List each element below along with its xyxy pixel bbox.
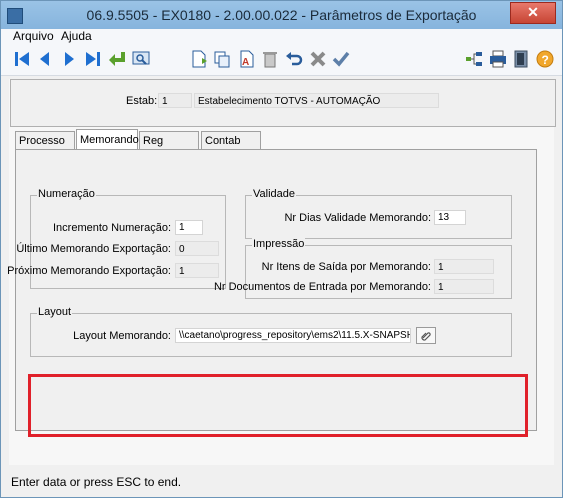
new-record-icon[interactable]: [189, 49, 209, 69]
copy-record-icon[interactable]: [212, 49, 232, 69]
next-record-icon[interactable]: [59, 49, 79, 69]
save-icon[interactable]: [331, 49, 351, 69]
undo-icon[interactable]: [284, 49, 304, 69]
exit-icon[interactable]: [511, 49, 531, 69]
form-area: Estab: 1 Estabelecimento TOTVS - AUTOMAÇ…: [7, 79, 556, 465]
proximo-field: 1: [175, 263, 219, 278]
estab-code-field: 1: [158, 93, 192, 108]
highlight-box: [28, 374, 528, 437]
layout-memorando-field[interactable]: \\caetano\progress_repository\ems2\11.5.…: [175, 328, 411, 343]
menu-bar: Arquivo Ajuda: [1, 29, 562, 43]
layout-memorando-label: Layout Memorando:: [73, 330, 171, 342]
ultimo-field: 0: [175, 241, 219, 256]
title-bar: 06.9.5505 - EX0180 - 2.00.00.022 - Parâm…: [1, 1, 562, 29]
numeracao-title: Numeração: [37, 188, 96, 200]
incremento-label: Incremento Numeração:: [53, 222, 171, 234]
menu-arquivo[interactable]: Arquivo: [13, 29, 54, 43]
tab-processo[interactable]: Processo: [15, 131, 75, 149]
window-title: 06.9.5505 - EX0180 - 2.00.00.022 - Parâm…: [86, 7, 477, 23]
validade-title: Validade: [252, 188, 296, 200]
search-icon[interactable]: [131, 49, 151, 69]
app-window: 06.9.5505 - EX0180 - 2.00.00.022 - Parâm…: [0, 0, 563, 498]
numeracao-group: Numeração Incremento Numeração: 1 Último…: [7, 188, 226, 289]
status-text: Enter data or press ESC to end.: [11, 475, 182, 489]
tab-memorando[interactable]: Memorando: [76, 129, 139, 150]
navigation-tree-icon[interactable]: [464, 49, 484, 69]
paperclip-icon: [421, 331, 431, 341]
first-record-icon[interactable]: [12, 49, 32, 69]
close-button[interactable]: ✕: [510, 2, 556, 24]
nr-itens-label: Nr Itens de Saída por Memorando:: [261, 261, 431, 273]
layout-group: Layout Layout Memorando: \\caetano\progr…: [30, 306, 512, 357]
dias-validade-field[interactable]: 13: [434, 210, 466, 225]
print-icon[interactable]: [488, 49, 508, 69]
validade-group: Validade Nr Dias Validade Memorando: 13: [245, 188, 512, 239]
menu-ajuda[interactable]: Ajuda: [61, 29, 92, 43]
ultimo-label: Último Memorando Exportação:: [16, 243, 171, 255]
help-icon[interactable]: ?: [535, 49, 555, 69]
incremento-field[interactable]: 1: [175, 220, 203, 235]
nr-documentos-field: 1: [434, 279, 494, 294]
layout-title: Layout: [37, 306, 73, 318]
nr-documentos-label: Nr Documentos de Entrada por Memorando:: [213, 281, 431, 293]
status-bar: Enter data or press ESC to end.: [1, 467, 562, 497]
edit-record-icon[interactable]: A: [237, 49, 257, 69]
cancel-icon[interactable]: [308, 49, 328, 69]
tab-reg-export[interactable]: Reg Export: [139, 131, 199, 165]
memorando-panel: Numeração Incremento Numeração: 1 Último…: [7, 149, 537, 437]
estab-label: Estab:: [126, 95, 158, 107]
svg-text:?: ?: [542, 53, 549, 67]
estab-name-field: Estabelecimento TOTVS - AUTOMAÇÃO: [194, 93, 439, 108]
impressao-title: Impressão: [252, 238, 306, 250]
svg-text:A: A: [242, 57, 249, 68]
nr-itens-field: 1: [434, 259, 494, 274]
impressao-group: Impressão Nr Itens de Saída por Memorand…: [214, 238, 512, 299]
browse-file-button[interactable]: [416, 327, 436, 344]
previous-record-icon[interactable]: [35, 49, 55, 69]
toolbar: A ?: [1, 43, 562, 76]
tab-contab[interactable]: Contab: [201, 131, 261, 149]
estab-panel: Estab: 1 Estabelecimento TOTVS - AUTOMAÇ…: [10, 79, 556, 127]
proximo-label: Próximo Memorando Exportação:: [7, 265, 171, 277]
delete-record-icon[interactable]: [260, 49, 280, 69]
goto-icon[interactable]: [107, 49, 127, 69]
last-record-icon[interactable]: [83, 49, 103, 69]
dias-validade-label: Nr Dias Validade Memorando:: [284, 212, 431, 224]
